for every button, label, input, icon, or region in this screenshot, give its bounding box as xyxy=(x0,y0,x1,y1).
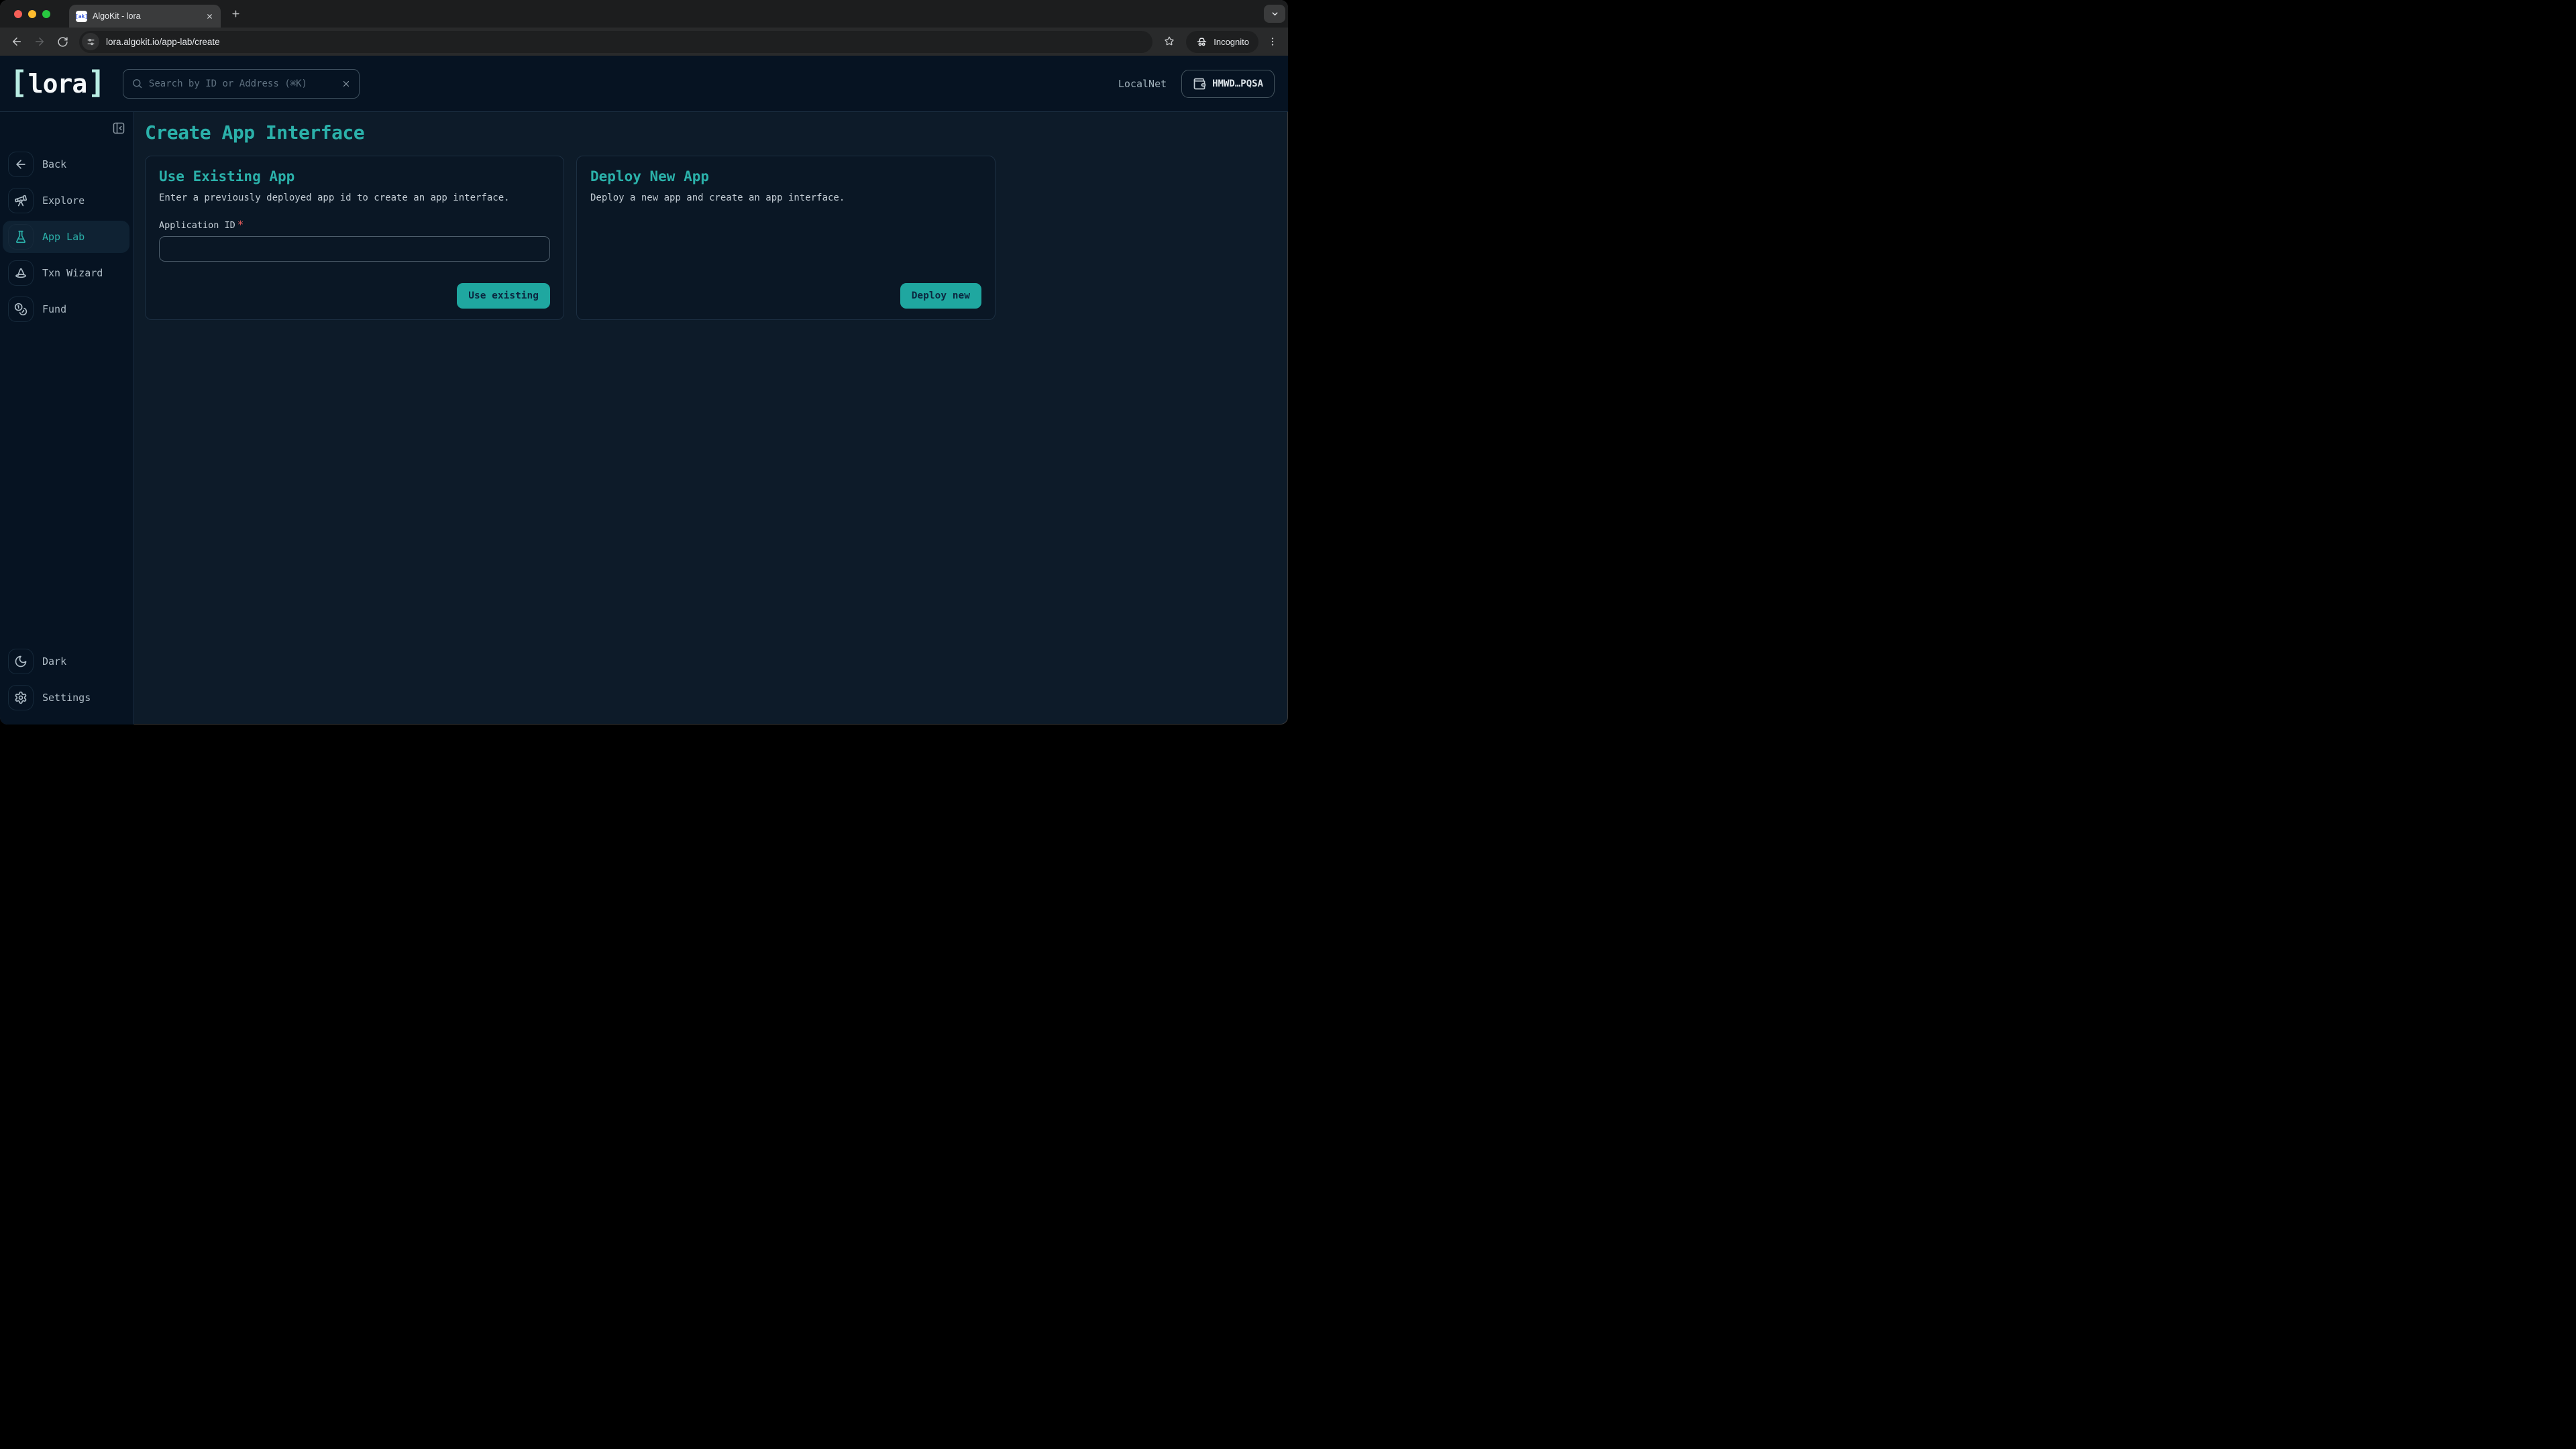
network-label: LocalNet xyxy=(1118,78,1167,90)
logo-word: lora xyxy=(28,71,88,97)
sidebar-item-explore[interactable]: Explore xyxy=(3,184,129,217)
logo-open-bracket: [ xyxy=(9,67,28,98)
browser-toolbar: lora.algokit.io/app-lab/create Incognito xyxy=(0,28,1288,56)
sidebar-item-label: Dark xyxy=(42,655,66,667)
wizard-hat-icon xyxy=(8,260,34,286)
incognito-badge: Incognito xyxy=(1186,31,1258,53)
url-text: lora.algokit.io/app-lab/create xyxy=(106,37,220,47)
card-title: Deploy New App xyxy=(590,168,981,184)
sidebar-item-label: App Lab xyxy=(42,231,85,243)
sidebar-item-app-lab[interactable]: App Lab xyxy=(3,221,129,253)
card-title: Use Existing App xyxy=(159,168,550,184)
use-existing-app-card: Use Existing App Enter a previously depl… xyxy=(145,156,564,320)
moon-icon xyxy=(8,649,34,674)
tab-search-button[interactable] xyxy=(1264,5,1285,23)
sidebar-item-label: Explore xyxy=(42,195,85,207)
logo-close-bracket: ] xyxy=(87,67,105,98)
app-header: [lora] LocalNet HMWD…PQSA xyxy=(0,56,1288,112)
minimize-window-button[interactable] xyxy=(28,10,36,18)
sidebar-item-theme-toggle[interactable]: Dark xyxy=(3,645,129,678)
tab-strip: [ak] AlgoKit - lora xyxy=(0,0,1288,28)
site-settings-icon[interactable] xyxy=(82,33,99,50)
traffic-lights xyxy=(0,10,50,18)
application-id-input[interactable] xyxy=(159,236,550,262)
incognito-icon xyxy=(1195,36,1208,48)
zoom-window-button[interactable] xyxy=(42,10,50,18)
forward-icon[interactable] xyxy=(30,32,50,52)
required-asterisk: * xyxy=(237,218,244,231)
page-title: Create App Interface xyxy=(145,121,1275,144)
tab-close-icon[interactable] xyxy=(203,10,215,22)
wallet-icon xyxy=(1193,77,1206,91)
sidebar-item-back[interactable]: Back xyxy=(3,148,129,180)
sidebar-item-label: Back xyxy=(42,158,66,170)
gear-icon xyxy=(8,685,34,710)
lora-logo[interactable]: [lora] xyxy=(9,68,105,99)
reload-icon[interactable] xyxy=(52,32,72,52)
deploy-new-button[interactable]: Deploy new xyxy=(900,283,981,309)
arrow-left-icon xyxy=(8,152,34,177)
close-window-button[interactable] xyxy=(14,10,22,18)
coins-icon xyxy=(8,297,34,322)
application-id-label: Application ID xyxy=(159,220,235,231)
sidebar-item-settings[interactable]: Settings xyxy=(3,682,129,714)
telescope-icon xyxy=(8,188,34,213)
tab-title: AlgoKit - lora xyxy=(93,11,198,21)
browser-window: [ak] AlgoKit - lora lora.algokit.io/a xyxy=(0,0,1288,724)
sidebar: Back Explore App Lab xyxy=(0,112,134,724)
back-icon[interactable] xyxy=(7,32,27,52)
sidebar-collapse-icon[interactable] xyxy=(109,119,128,138)
lora-app: [lora] LocalNet HMWD…PQSA xyxy=(0,56,1288,724)
new-tab-button[interactable] xyxy=(226,5,245,23)
wallet-button[interactable]: HMWD…PQSA xyxy=(1181,70,1275,98)
sidebar-item-label: Settings xyxy=(42,692,91,704)
browser-menu-icon[interactable] xyxy=(1264,32,1281,52)
use-existing-button[interactable]: Use existing xyxy=(457,283,550,309)
search-icon xyxy=(131,78,143,89)
wallet-address: HMWD…PQSA xyxy=(1212,78,1263,89)
deploy-new-app-card: Deploy New App Deploy a new app and crea… xyxy=(576,156,996,320)
bookmark-star-icon[interactable] xyxy=(1159,32,1179,52)
search-input[interactable] xyxy=(149,78,335,89)
card-description: Deploy a new app and create an app inter… xyxy=(590,193,981,203)
search-clear-icon[interactable] xyxy=(341,79,351,89)
flask-icon xyxy=(8,224,34,250)
main-content: Create App Interface Use Existing App En… xyxy=(134,112,1288,724)
card-description: Enter a previously deployed app id to cr… xyxy=(159,193,550,203)
incognito-label: Incognito xyxy=(1214,37,1249,47)
global-search xyxy=(123,69,360,99)
tab-favicon: [ak] xyxy=(76,11,87,22)
browser-tab[interactable]: [ak] AlgoKit - lora xyxy=(69,5,221,28)
sidebar-item-txn-wizard[interactable]: Txn Wizard xyxy=(3,257,129,289)
address-bar[interactable]: lora.algokit.io/app-lab/create xyxy=(79,31,1152,53)
sidebar-item-fund[interactable]: Fund xyxy=(3,293,129,325)
sidebar-item-label: Fund xyxy=(42,303,66,315)
sidebar-item-label: Txn Wizard xyxy=(42,267,103,279)
